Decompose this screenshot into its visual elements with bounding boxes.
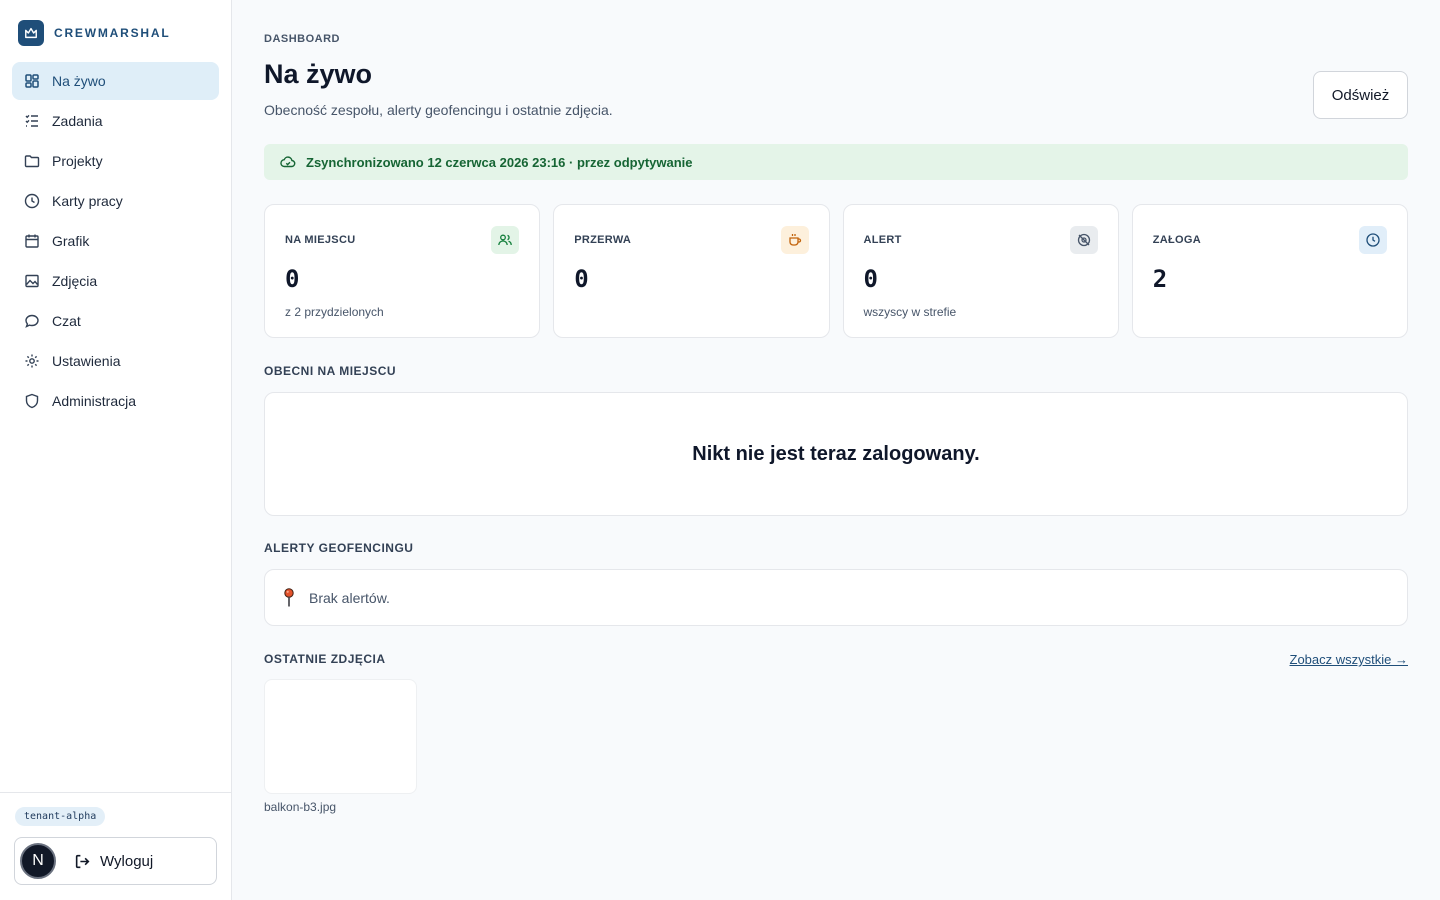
sidebar-item-chat[interactable]: Czat: [12, 302, 219, 340]
checklist-icon: [25, 114, 38, 127]
stat-card-crew: ZAŁOGA 2: [1131, 204, 1408, 338]
stat-card-break: PRZERWA 0: [553, 204, 830, 338]
stats-row: NA MIEJSCU 0 z 2 przydzielonych PRZERWA …: [264, 204, 1408, 338]
stat-value: 0: [285, 265, 300, 293]
sidebar-item-label: Czat: [52, 313, 81, 329]
logout-button[interactable]: Wyloguj: [74, 853, 153, 870]
page-eyebrow: DASHBOARD: [264, 33, 340, 45]
stat-label: NA MIEJSCU: [285, 234, 356, 246]
avatar[interactable]: N: [20, 843, 56, 879]
sidebar-item-settings[interactable]: Ustawienia: [12, 342, 219, 380]
sidebar-item-label: Zdjęcia: [52, 273, 98, 289]
sidebar-item-live[interactable]: Na żywo: [12, 62, 219, 100]
folder-icon: [24, 155, 40, 168]
stat-label: ALERT: [863, 234, 902, 246]
sidebar-item-label: Ustawienia: [52, 353, 121, 369]
sidebar-item-label: Grafik: [52, 233, 90, 249]
logout-icon: [75, 854, 90, 868]
crown-logo-icon: [18, 20, 44, 46]
chat-icon: [25, 314, 39, 328]
page-title: Na żywo: [264, 59, 373, 89]
sidebar-nav: Na żywo Zadania Projekty Karty pracy Gra…: [12, 62, 219, 422]
sidebar-item-label: Na żywo: [52, 73, 106, 89]
stat-note: z 2 przydzielonych: [285, 305, 384, 319]
clock-icon: [1359, 226, 1387, 254]
sidebar-item-label: Administracja: [52, 393, 137, 409]
photo-thumbnail[interactable]: [264, 679, 417, 794]
sidebar-item-admin[interactable]: Administracja: [12, 382, 219, 420]
sidebar-footer: tenant-alpha N Wyloguj: [0, 792, 231, 900]
present-empty-text: Nikt nie jest teraz zalogowany.: [692, 442, 980, 465]
see-all-photos-link[interactable]: Zobacz wszystkie →: [1290, 652, 1408, 667]
sidebar-item-label: Projekty: [52, 153, 103, 169]
sidebar-item-label: Karty pracy: [52, 193, 123, 209]
sidebar-item-schedule[interactable]: Grafik: [12, 222, 219, 260]
users-icon: [491, 226, 520, 254]
coffee-icon: [780, 226, 809, 254]
refresh-button[interactable]: Odśwież: [1313, 71, 1408, 119]
sidebar: CREWMARSHAL Na żywo Zadania Projekty Kar…: [0, 0, 232, 900]
stat-note: wszyscy w strefie: [863, 305, 957, 319]
sidebar-item-label: Zadania: [52, 113, 103, 129]
logout-label: Wyloguj: [100, 852, 154, 870]
cloud-sync-icon: [280, 156, 296, 168]
sync-text: Zsynchronizowano 12 czerwca 2026 23:16 ·…: [306, 154, 693, 170]
tenant-badge: tenant-alpha: [15, 807, 106, 826]
calendar-icon: [25, 234, 39, 248]
sidebar-item-projects[interactable]: Projekty: [12, 142, 219, 180]
sidebar-item-tasks[interactable]: Zadania: [12, 102, 219, 140]
photo-filename: balkon-b3.jpg: [264, 800, 337, 814]
sync-banner: Zsynchronizowano 12 czerwca 2026 23:16 ·…: [264, 144, 1408, 180]
pin-icon: [284, 587, 294, 606]
image-icon: [25, 274, 39, 288]
stat-value: 0: [863, 265, 878, 293]
stat-label: ZAŁOGA: [1152, 234, 1201, 246]
stat-card-on-site: NA MIEJSCU 0 z 2 przydzielonych: [264, 204, 541, 338]
page-subtitle: Obecność zespołu, alerty geofencingu i o…: [264, 102, 613, 118]
present-panel: Nikt nie jest teraz zalogowany.: [264, 392, 1408, 516]
stat-label: PRZERWA: [574, 234, 632, 246]
shield-icon: [25, 393, 39, 409]
user-box: N Wyloguj: [14, 837, 217, 885]
stat-card-alert: ALERT 0 wszyscy w strefie: [842, 204, 1119, 338]
sidebar-item-photos[interactable]: Zdjęcia: [12, 262, 219, 300]
brand-name: CREWMARSHAL: [54, 26, 171, 40]
alerts-panel: Brak alertów.: [264, 569, 1408, 626]
section-present-title: OBECNI NA MIEJSCU: [264, 364, 397, 378]
section-alerts-title: ALERTY GEOFENCINGU: [264, 541, 414, 555]
gear-icon: [25, 354, 39, 368]
alerts-empty-text: Brak alertów.: [309, 589, 390, 606]
stat-value: 2: [1152, 265, 1168, 293]
brand[interactable]: CREWMARSHAL: [18, 20, 170, 46]
stat-value: 0: [574, 265, 589, 293]
dashboard-icon: [25, 74, 39, 88]
sidebar-item-timesheets[interactable]: Karty pracy: [12, 182, 219, 220]
location-off-icon: [1069, 226, 1098, 254]
section-photos-title: OSTATNIE ZDJĘCIA: [264, 652, 386, 666]
clock-icon: [24, 193, 40, 209]
